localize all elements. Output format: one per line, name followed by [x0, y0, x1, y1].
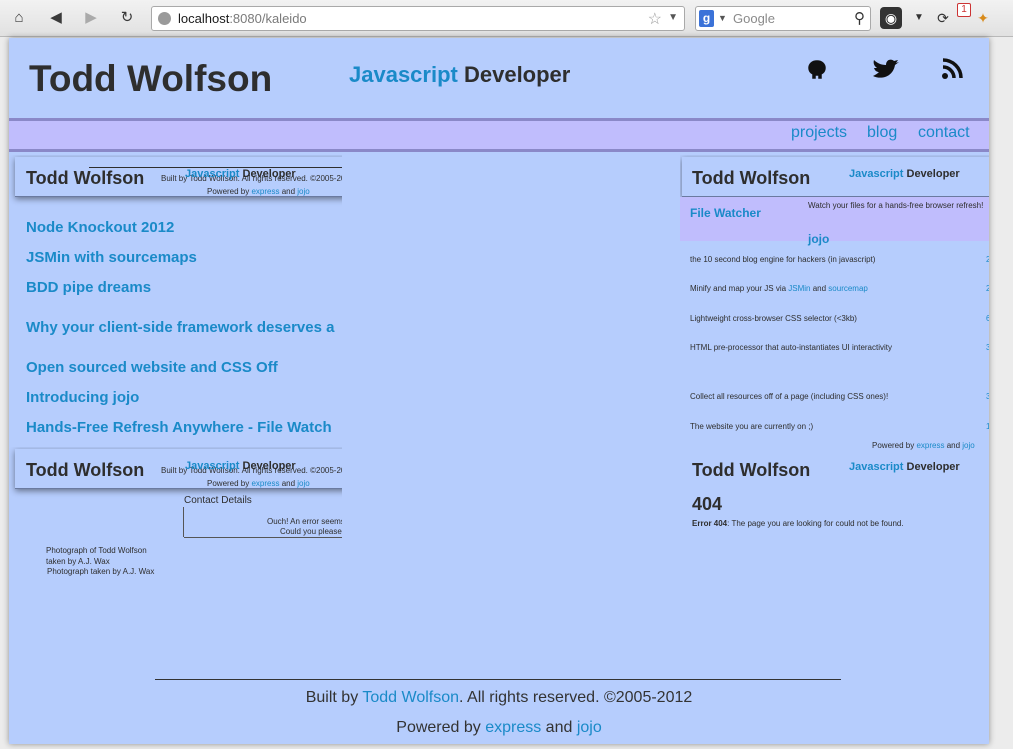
photo-caption: taken by A.J. Wax	[46, 557, 110, 566]
project-row: Lightweight cross-browser CSS selector (…	[690, 314, 857, 323]
contact-preview-header: Todd Wolfson Built by Todd Wolfson. All …	[15, 449, 342, 489]
featured-project-desc: Watch your files for a hands-free browse…	[808, 201, 984, 210]
search-bar[interactable]: g ▼ Google ⚲	[695, 6, 871, 31]
address-bar[interactable]: localhost:8080/kaleido ☆ ▼	[151, 6, 685, 31]
site-tagline: Javascript Developer	[349, 62, 571, 87]
sync-icon[interactable]: ⟳	[932, 7, 954, 29]
project-count: 1	[986, 422, 989, 431]
contact-preview-tagline: Javascript Developer	[185, 460, 296, 472]
menu-dropdown-icon[interactable]: ▼	[908, 7, 930, 29]
contact-preview[interactable]: Todd Wolfson Built by Todd Wolfson. All …	[9, 447, 342, 587]
engine-dropdown-icon[interactable]: ▼	[718, 13, 727, 23]
featured-project-sub[interactable]: jojo	[808, 232, 829, 246]
contact-preview-title: Todd Wolfson	[26, 460, 145, 480]
rss-icon[interactable]	[941, 58, 963, 86]
error-code: 404	[692, 494, 723, 514]
nav-blog[interactable]: blog	[867, 124, 897, 142]
projects-preview[interactable]: Todd Wolfson Javascript Developer File W…	[680, 155, 989, 450]
photo-caption: Photograph taken by A.J. Wax	[47, 567, 155, 576]
footer-built: Built by Todd Wolfson. All rights reserv…	[305, 689, 693, 706]
notfound-preview-tagline: Javascript Developer	[849, 461, 960, 473]
project-row: Minify and map your JS via JSMin and sou…	[690, 284, 868, 293]
featured-project-band: File Watcher Watch your files for a hand…	[680, 197, 989, 246]
nav-contact[interactable]: contact	[918, 124, 970, 142]
github-icon[interactable]	[805, 58, 829, 88]
featured-project-title[interactable]: File Watcher	[690, 206, 761, 220]
project-row: the 10 second blog engine for hackers (i…	[690, 255, 876, 264]
blog-preview-tagline: Javascript Developer	[185, 168, 296, 180]
project-count: 28	[986, 284, 989, 293]
back-icon[interactable]: ◀	[45, 7, 67, 29]
window-gutter	[989, 38, 1013, 749]
search-icon[interactable]: ⚲	[854, 9, 865, 27]
footer-jojo-link[interactable]: jojo	[577, 719, 602, 736]
blog-item[interactable]: BDD pipe dreams	[26, 279, 151, 296]
overlay-powered-text: Powered by express and jojo	[207, 187, 310, 196]
error-text: Ouch! An error seems	[267, 517, 342, 526]
overlay-powered-text: Powered by express and jojo	[207, 479, 310, 488]
footer-author-link[interactable]: Todd Wolfson	[362, 689, 459, 706]
projects-powered-text: Powered by express and jojo	[872, 441, 975, 450]
notfound-preview[interactable]: Todd Wolfson Javascript Developer 404 Er…	[680, 450, 989, 540]
footer-express-link[interactable]: express	[485, 719, 541, 736]
projects-preview-tagline: Javascript Developer	[849, 168, 960, 180]
blog-item[interactable]: Open sourced website and CSS Off	[26, 359, 278, 376]
footer-rule	[155, 679, 841, 680]
web-page: Todd Wolfson Javascript Developer projec…	[9, 38, 989, 744]
globe-icon	[158, 12, 171, 25]
notification-badge[interactable]: 1	[957, 3, 971, 17]
project-count: 6	[986, 314, 989, 323]
reload-icon[interactable]: ↻	[116, 7, 138, 29]
bookmark-star-icon[interactable]: ☆	[648, 9, 662, 29]
blog-preview-header: Todd Wolfson Built by Todd Wolfson. All …	[15, 157, 342, 197]
url-text[interactable]: localhost:8080/kaleido	[178, 11, 307, 26]
nav-projects[interactable]: projects	[791, 124, 847, 142]
contact-details-heading: Contact Details	[184, 495, 252, 506]
project-row: Collect all resources off of a page (inc…	[690, 392, 889, 401]
notfound-preview-title: Todd Wolfson	[692, 460, 811, 480]
blog-item[interactable]: Hands-Free Refresh Anywhere - File Watch	[26, 419, 332, 436]
site-title: Todd Wolfson	[29, 58, 273, 99]
blog-item[interactable]: Why your client-side framework deserves …	[26, 319, 334, 336]
blog-item[interactable]: Introducing jojo	[26, 389, 139, 406]
blog-item[interactable]: Node Knockout 2012	[26, 219, 174, 236]
contact-divider	[183, 507, 184, 537]
footer-powered: Powered by express and jojo	[396, 719, 602, 736]
twitter-icon[interactable]	[871, 58, 901, 88]
addon-icon[interactable]: ✦	[972, 7, 994, 29]
google-engine-icon[interactable]: g	[699, 10, 714, 27]
projects-preview-title: Todd Wolfson	[692, 168, 811, 188]
forward-icon[interactable]: ▶	[80, 7, 102, 29]
photo-caption: Photograph of Todd Wolfson	[46, 546, 147, 555]
could-you-link[interactable]: Could you please	[280, 527, 342, 536]
projects-preview-header: Todd Wolfson Javascript Developer	[682, 157, 989, 197]
project-count: 28	[986, 255, 989, 264]
browser-toolbar: ⌂ ◀ ▶ ↻ localhost:8080/kaleido ☆ ▼ g ▼ G…	[0, 0, 1013, 37]
blog-preview-title: Todd Wolfson	[26, 168, 145, 188]
project-row: HTML pre-processor that auto-instantiate…	[690, 343, 893, 352]
project-count: 3	[986, 343, 989, 352]
url-dropdown-icon[interactable]: ▼	[668, 12, 678, 23]
error-message: Error 404: The page you are looking for …	[692, 519, 904, 528]
main-nav: projects blog contact	[9, 118, 989, 152]
home-icon[interactable]: ⌂	[8, 7, 30, 29]
contact-divider	[184, 537, 342, 538]
project-row: The website you are currently on ;)	[690, 422, 814, 431]
blog-item[interactable]: JSMin with sourcemaps	[26, 249, 197, 266]
camera-icon[interactable]: ◉	[880, 7, 902, 29]
project-count: 3	[986, 392, 989, 401]
blog-preview[interactable]: Todd Wolfson Built by Todd Wolfson. All …	[9, 155, 342, 447]
search-placeholder[interactable]: Google	[733, 11, 775, 26]
